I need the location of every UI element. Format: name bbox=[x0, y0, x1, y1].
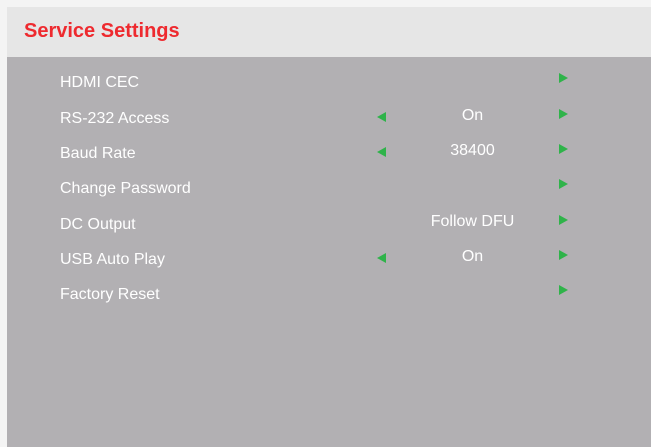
menu-item-hdmi-cec[interactable]: HDMI CEC bbox=[7, 68, 651, 98]
menu-item-rs232-access[interactable]: RS-232 Access On bbox=[7, 104, 651, 134]
left-arrow-icon[interactable] bbox=[377, 253, 386, 263]
menu-item-label: Factory Reset bbox=[60, 286, 160, 303]
menu-item-factory-reset[interactable]: Factory Reset bbox=[7, 280, 651, 310]
menu-item-label: HDMI CEC bbox=[60, 74, 140, 91]
menu-item-change-password[interactable]: Change Password bbox=[7, 174, 651, 204]
menu-item-label: USB Auto Play bbox=[60, 251, 165, 268]
right-arrow-icon[interactable] bbox=[559, 285, 568, 295]
right-arrow-icon[interactable] bbox=[559, 215, 568, 225]
left-arrow-icon[interactable] bbox=[377, 147, 386, 157]
menu-item-label: RS-232 Access bbox=[60, 110, 170, 127]
right-arrow-icon[interactable] bbox=[559, 144, 568, 154]
menu-item-value: Follow DFU bbox=[430, 213, 515, 230]
page-title: Service Settings bbox=[24, 20, 180, 42]
left-arrow-icon[interactable] bbox=[377, 112, 386, 122]
menu-item-value: On bbox=[461, 107, 484, 124]
menu-item-label: Change Password bbox=[60, 180, 191, 197]
menu-item-label: Baud Rate bbox=[60, 145, 136, 162]
menu-item-usb-auto-play[interactable]: USB Auto Play On bbox=[7, 245, 651, 275]
right-arrow-icon[interactable] bbox=[559, 179, 568, 189]
right-arrow-icon[interactable] bbox=[559, 73, 568, 83]
menu-item-value: 38400 bbox=[450, 142, 495, 159]
right-arrow-icon[interactable] bbox=[559, 250, 568, 260]
right-arrow-icon[interactable] bbox=[559, 109, 568, 119]
menu-item-label: DC Output bbox=[60, 216, 136, 233]
panel-header: Service Settings bbox=[7, 7, 651, 57]
menu-item-value: On bbox=[461, 248, 484, 265]
service-settings-panel: Service Settings HDMI CEC RS-232 Access … bbox=[7, 7, 651, 447]
menu-item-baud-rate[interactable]: Baud Rate 38400 bbox=[7, 139, 651, 169]
menu-item-dc-output[interactable]: DC Output Follow DFU bbox=[7, 210, 651, 240]
